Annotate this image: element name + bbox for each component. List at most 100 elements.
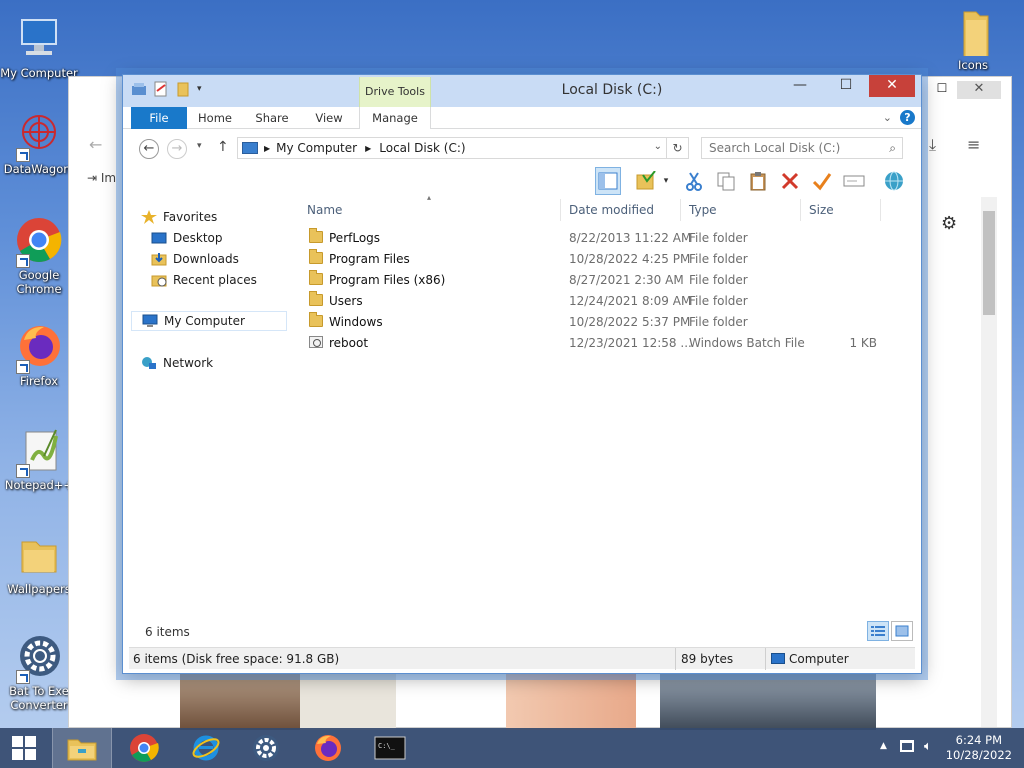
desktop-icon-wallpapers[interactable]: Wallpapers <box>0 530 78 596</box>
network-status-icon[interactable] <box>900 740 914 752</box>
show-hidden-icons-icon[interactable]: ▲ <box>880 741 887 751</box>
minimize-button[interactable]: — <box>777 75 823 97</box>
background-photos <box>180 672 880 730</box>
folder-check-icon <box>636 171 656 190</box>
tab-view[interactable]: View <box>305 107 353 129</box>
explorer-window[interactable]: ▾ Drive Tools Local Disk (C:) — ☐ ✕ File… <box>122 74 922 674</box>
desktop-icon-label: Icons <box>957 58 989 72</box>
search-placeholder: Search Local Disk (C:) <box>709 141 841 155</box>
expand-ribbon-icon[interactable]: ⌄ <box>883 111 892 124</box>
refresh-icon[interactable]: ↻ <box>666 138 688 158</box>
tab-manage[interactable]: Manage <box>359 107 431 129</box>
file-size: 1 KB <box>849 336 877 350</box>
folder-options-button[interactable] <box>633 167 659 195</box>
desktop-icon-bat-to-exe-converter[interactable]: Bat To Exe Converter <box>0 632 78 712</box>
close-button[interactable]: ✕ <box>869 75 915 97</box>
gear-icon <box>14 632 64 684</box>
back-arrow-icon[interactable]: ← <box>89 135 102 154</box>
network-icon <box>141 356 157 370</box>
taskbar-internet-explorer[interactable] <box>176 728 236 768</box>
file-row[interactable]: reboot 12/23/2021 12:58 ... Windows Batc… <box>299 333 899 354</box>
column-header-size[interactable]: Size <box>801 199 881 221</box>
menu-icon[interactable]: ≡ <box>967 135 980 154</box>
tab-home[interactable]: Home <box>191 107 239 129</box>
nav-my-computer[interactable]: My Computer <box>131 311 287 331</box>
status-location: Computer <box>789 652 849 666</box>
folder-icon <box>309 249 323 264</box>
tab-file[interactable]: File <box>131 107 187 129</box>
clock[interactable]: 6:24 PM 10/28/2022 <box>946 733 1012 763</box>
preview-pane-button[interactable] <box>595 167 621 195</box>
file-row[interactable]: Program Files (x86) 8/27/2021 2:30 AM Fi… <box>299 270 899 291</box>
maximize-button[interactable]: ☐ <box>823 75 869 97</box>
import-icon[interactable]: ⇥ Im <box>87 171 116 185</box>
terminal-icon: C:\_ <box>374 736 406 760</box>
photo-castle <box>660 672 876 730</box>
folder-icon <box>309 270 323 285</box>
file-row[interactable]: Program Files 10/28/2022 4:25 PM File fo… <box>299 249 899 270</box>
recent-locations-icon[interactable]: ▾ <box>197 141 202 151</box>
nav-my-computer-label: My Computer <box>164 314 245 328</box>
file-row[interactable]: PerfLogs 8/22/2013 11:22 AM File folder <box>299 228 899 249</box>
settings-gear-icon[interactable]: ⚙ <box>941 213 957 234</box>
column-header-date[interactable]: Date modified <box>561 199 681 221</box>
download-icon[interactable]: ⤓ <box>929 135 936 155</box>
file-row[interactable]: Users 12/24/2021 8:09 AM File folder <box>299 291 899 312</box>
nav-network[interactable]: Network <box>141 353 297 373</box>
desktop-icon-firefox[interactable]: Firefox <box>0 322 78 388</box>
title-bar[interactable]: ▾ Drive Tools Local Disk (C:) — ☐ ✕ <box>123 75 921 107</box>
scrollbar-thumb[interactable] <box>983 211 995 315</box>
paste-button[interactable] <box>745 167 771 195</box>
volume-icon[interactable]: 🔈︎ <box>924 739 932 754</box>
nav-item-downloads[interactable]: Downloads <box>151 249 307 269</box>
desktop-icon-my-computer[interactable]: My Computer <box>0 14 78 80</box>
nav-item-recent-places[interactable]: Recent places <box>151 270 307 290</box>
shortcut-arrow-icon <box>16 148 30 162</box>
system-tray: ▲ 🔈︎ 6:24 PM 10/28/2022 <box>864 728 1024 768</box>
file-row[interactable]: Windows 10/28/2022 5:37 PM File folder <box>299 312 899 333</box>
taskbar-command-prompt[interactable]: C:\_ <box>360 728 420 768</box>
help-icon[interactable]: ? <box>900 110 915 125</box>
column-header-name[interactable]: Name <box>299 199 561 221</box>
large-icons-view-button[interactable] <box>891 621 913 641</box>
maximize-button[interactable]: ☐ <box>927 81 957 99</box>
desktop-icon-label: DataWagon. <box>3 162 75 176</box>
file-explorer-icon <box>67 739 97 761</box>
breadcrumb-my-computer[interactable]: My Computer <box>276 141 357 155</box>
file-name: Users <box>329 294 363 308</box>
nav-item-desktop[interactable]: Desktop <box>151 228 307 248</box>
copy-button[interactable] <box>713 167 739 195</box>
rename-button[interactable] <box>841 167 867 195</box>
apply-button[interactable] <box>809 167 835 195</box>
search-input[interactable]: Search Local Disk (C:) ⌕ <box>701 137 903 159</box>
delete-button[interactable] <box>777 167 803 195</box>
details-view-button[interactable] <box>867 621 889 641</box>
nav-favorites[interactable]: Favorites <box>141 207 297 227</box>
desktop-icon-datawagon[interactable]: DataWagon. <box>0 110 78 176</box>
forward-button[interactable]: → <box>167 139 187 159</box>
taskbar-chrome[interactable] <box>114 728 174 768</box>
start-button[interactable] <box>0 728 48 768</box>
desktop-icon-label: Wallpapers <box>7 582 71 596</box>
back-button[interactable]: ← <box>139 139 159 159</box>
desktop-icon-icons[interactable]: Icons <box>934 6 1012 72</box>
desktop-icon-notepad-plus-plus[interactable]: Notepad++ <box>0 426 78 492</box>
breadcrumb-local-disk[interactable]: Local Disk (C:) <box>379 141 465 155</box>
layout-icon <box>598 172 618 190</box>
desktop-icon-google-chrome[interactable]: Google Chrome <box>0 216 78 296</box>
network-globe-button[interactable] <box>881 167 907 195</box>
close-button[interactable]: ✕ <box>957 81 1001 99</box>
address-dropdown-icon[interactable]: ⌄ <box>654 141 662 152</box>
scrollbar[interactable] <box>981 197 997 727</box>
address-bar[interactable]: ▶ My Computer ▶ Local Disk (C:) ⌄ ↻ <box>237 137 689 159</box>
folder-icon <box>948 6 998 59</box>
tab-share[interactable]: Share <box>247 107 297 129</box>
taskbar-file-explorer[interactable] <box>52 728 112 768</box>
cut-button[interactable] <box>681 167 707 195</box>
column-header-type[interactable]: Type <box>681 199 801 221</box>
up-button[interactable]: ↑ <box>217 139 229 155</box>
folder-options-dropdown[interactable]: ▾ <box>659 167 673 195</box>
taskbar-firefox[interactable] <box>298 728 358 768</box>
monitor-icon <box>14 14 64 64</box>
taskbar-bat-to-exe[interactable] <box>236 728 296 768</box>
